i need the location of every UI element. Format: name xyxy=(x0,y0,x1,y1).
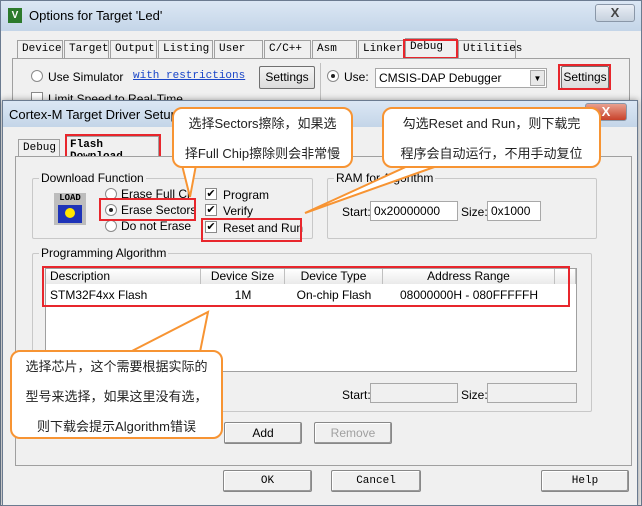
callout-tail-1 xyxy=(180,164,198,198)
callout-algorithm: 选择芯片，这个需要根据实际的 型号来选择，如果这里没有选， 则下载会提示Algori… xyxy=(10,350,223,439)
callout-reset-and-run: 勾选Reset and Run，则下载完 程序会自动运行，不用手动复位 xyxy=(382,107,601,168)
callout-tail-3 xyxy=(129,310,210,353)
callout-tail-2 xyxy=(304,164,441,214)
callout-erase-sectors: 选择Sectors擦除，如果选 择Full Chip擦除则会非常慢 xyxy=(172,107,353,168)
